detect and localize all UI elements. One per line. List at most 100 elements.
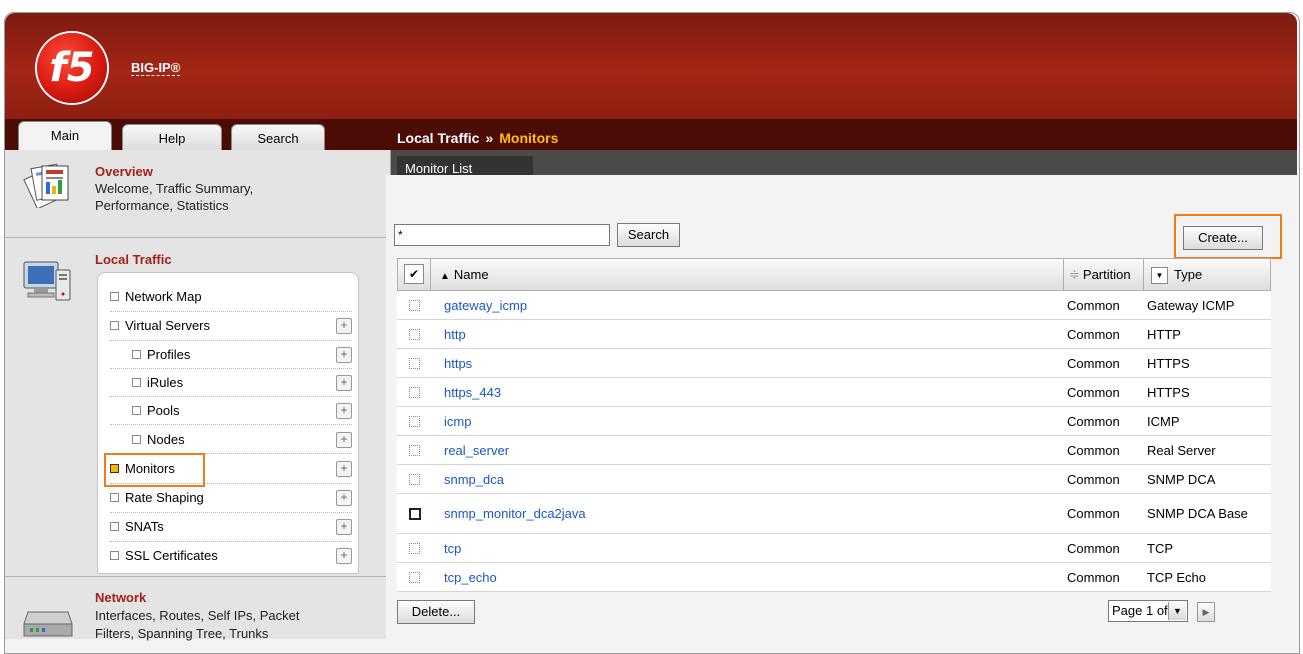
row-checkbox[interactable] xyxy=(409,358,420,369)
sidebar-item-pools[interactable]: Pools + xyxy=(110,397,352,425)
table-row: https_443 Common HTTPS xyxy=(397,378,1271,407)
overview-title[interactable]: Overview xyxy=(95,164,153,179)
type-cell: ICMP xyxy=(1147,414,1180,429)
sidebar-item-snats[interactable]: SNATs + xyxy=(110,513,352,542)
sidebar-divider xyxy=(5,576,390,577)
table-header: ✔ ▲ Name ≑ Partition ▼ Type xyxy=(397,258,1271,291)
sidebar-item-label: Rate Shaping xyxy=(125,490,204,505)
tab-help[interactable]: Help xyxy=(122,124,222,153)
bullet-icon xyxy=(132,435,141,444)
partition-cell: Common xyxy=(1067,506,1120,521)
local-traffic-title[interactable]: Local Traffic xyxy=(95,252,172,267)
row-checkbox[interactable] xyxy=(409,474,420,485)
type-cell: TCP xyxy=(1147,541,1173,556)
sidebar-item-ssl-certificates[interactable]: SSL Certificates + xyxy=(110,542,352,570)
name-header-label: Name xyxy=(453,267,489,282)
sidebar-item-virtual-servers[interactable]: Virtual Servers + xyxy=(110,312,352,341)
bullet-icon xyxy=(110,551,119,560)
partition-cell: Common xyxy=(1067,327,1120,342)
select-all-checkbox[interactable]: ✔ xyxy=(404,264,424,284)
expand-plus-icon[interactable]: + xyxy=(336,347,352,363)
network-title[interactable]: Network xyxy=(95,590,146,605)
search-button[interactable]: Search xyxy=(617,223,680,247)
expand-plus-icon[interactable]: + xyxy=(336,432,352,448)
row-checkbox[interactable] xyxy=(409,445,420,456)
partition-cell: Common xyxy=(1067,443,1120,458)
network-icon xyxy=(22,600,74,640)
row-checkbox[interactable] xyxy=(409,416,420,427)
sidebar-item-profiles[interactable]: Profiles + xyxy=(110,341,352,369)
expand-plus-icon[interactable]: + xyxy=(336,375,352,391)
type-cell: SNMP DCA xyxy=(1147,472,1216,487)
filter-dropdown-icon[interactable]: ▼ xyxy=(1151,267,1168,285)
sidebar-item-rate-shaping[interactable]: Rate Shaping + xyxy=(110,484,352,513)
row-checkbox[interactable] xyxy=(409,508,421,520)
monitor-name-link[interactable]: snmp_monitor_dca2java xyxy=(444,494,586,534)
row-checkbox[interactable] xyxy=(409,572,420,583)
app-header xyxy=(5,13,1297,119)
partition-column-header[interactable]: ≑ Partition xyxy=(1069,259,1131,290)
type-column-header[interactable]: ▼ Type xyxy=(1151,259,1202,290)
type-cell: SNMP DCA Base xyxy=(1147,506,1248,521)
next-page-button[interactable]: ▶ xyxy=(1197,602,1215,622)
row-checkbox[interactable] xyxy=(409,329,420,340)
sidebar-item-irules[interactable]: iRules + xyxy=(110,369,352,397)
table-row: https Common HTTPS xyxy=(397,349,1271,378)
expand-plus-icon[interactable]: + xyxy=(336,403,352,419)
breadcrumb-parent[interactable]: Local Traffic xyxy=(397,130,479,146)
breadcrumb-separator: » xyxy=(485,130,494,146)
table-row: http Common HTTP xyxy=(397,320,1271,349)
sidebar-item-label: SSL Certificates xyxy=(125,548,218,563)
search-input[interactable] xyxy=(394,224,610,246)
sidebar-divider xyxy=(5,237,390,238)
expand-plus-icon[interactable]: + xyxy=(336,461,352,477)
monitor-name-link[interactable]: https xyxy=(444,349,472,378)
table-row: snmp_dca Common SNMP DCA xyxy=(397,465,1271,494)
tab-main[interactable]: Main xyxy=(18,121,112,152)
type-cell: HTTP xyxy=(1147,327,1181,342)
table-row: tcp_echo Common TCP Echo xyxy=(397,563,1271,592)
column-separator xyxy=(1143,259,1144,290)
expand-plus-icon[interactable]: + xyxy=(336,519,352,535)
expand-plus-icon[interactable]: + xyxy=(336,490,352,506)
monitor-name-link[interactable]: http xyxy=(444,320,466,349)
monitor-name-link[interactable]: real_server xyxy=(444,436,509,465)
name-column-header[interactable]: ▲ Name xyxy=(440,259,489,290)
sidebar-item-network-map[interactable]: Network Map xyxy=(110,283,352,312)
sidebar-item-label: Virtual Servers xyxy=(125,318,211,333)
overview-desc-line2[interactable]: Performance, Statistics xyxy=(95,197,229,215)
row-checkbox[interactable] xyxy=(409,387,420,398)
type-cell: HTTPS xyxy=(1147,385,1190,400)
table-row: tcp Common TCP xyxy=(397,534,1271,563)
sidebar-item-label: Nodes xyxy=(147,432,185,447)
monitor-name-link[interactable]: tcp xyxy=(444,534,461,563)
row-checkbox[interactable] xyxy=(409,543,420,554)
sidebar-item-label: Pools xyxy=(147,403,180,418)
table-row: snmp_monitor_dca2java Common SNMP DCA Base xyxy=(397,494,1271,534)
type-cell: Gateway ICMP xyxy=(1147,298,1235,313)
expand-plus-icon[interactable]: + xyxy=(336,548,352,564)
type-cell: Real Server xyxy=(1147,443,1216,458)
monitor-name-link[interactable]: gateway_icmp xyxy=(444,291,527,320)
expand-plus-icon[interactable]: + xyxy=(336,318,352,334)
partition-cell: Common xyxy=(1067,414,1120,429)
delete-button[interactable]: Delete... xyxy=(397,600,475,624)
page-select[interactable]: Page 1 of 2 ▼ xyxy=(1108,600,1188,622)
overview-icon xyxy=(20,160,76,210)
tab-search[interactable]: Search xyxy=(231,124,325,153)
table-row: icmp Common ICMP xyxy=(397,407,1271,436)
monitor-name-link[interactable]: snmp_dca xyxy=(444,465,504,494)
network-desc-line1[interactable]: Interfaces, Routes, Self IPs, Packet xyxy=(95,607,299,625)
sidebar-item-label: SNATs xyxy=(125,519,164,534)
monitor-name-link[interactable]: tcp_echo xyxy=(444,563,497,592)
row-checkbox[interactable] xyxy=(409,300,420,311)
product-name[interactable]: BIG-IP® xyxy=(131,60,181,76)
network-desc-line2[interactable]: Filters, Spanning Tree, Trunks xyxy=(95,625,268,643)
monitor-name-link[interactable]: icmp xyxy=(444,407,471,436)
f5-logo[interactable]: f5 xyxy=(37,33,107,103)
chevron-down-icon[interactable]: ▼ xyxy=(1168,602,1186,620)
sidebar-item-label: Network Map xyxy=(125,289,202,304)
monitor-name-link[interactable]: https_443 xyxy=(444,378,501,407)
sidebar-item-nodes[interactable]: Nodes + xyxy=(110,426,352,454)
overview-desc-line1[interactable]: Welcome, Traffic Summary, xyxy=(95,180,253,198)
